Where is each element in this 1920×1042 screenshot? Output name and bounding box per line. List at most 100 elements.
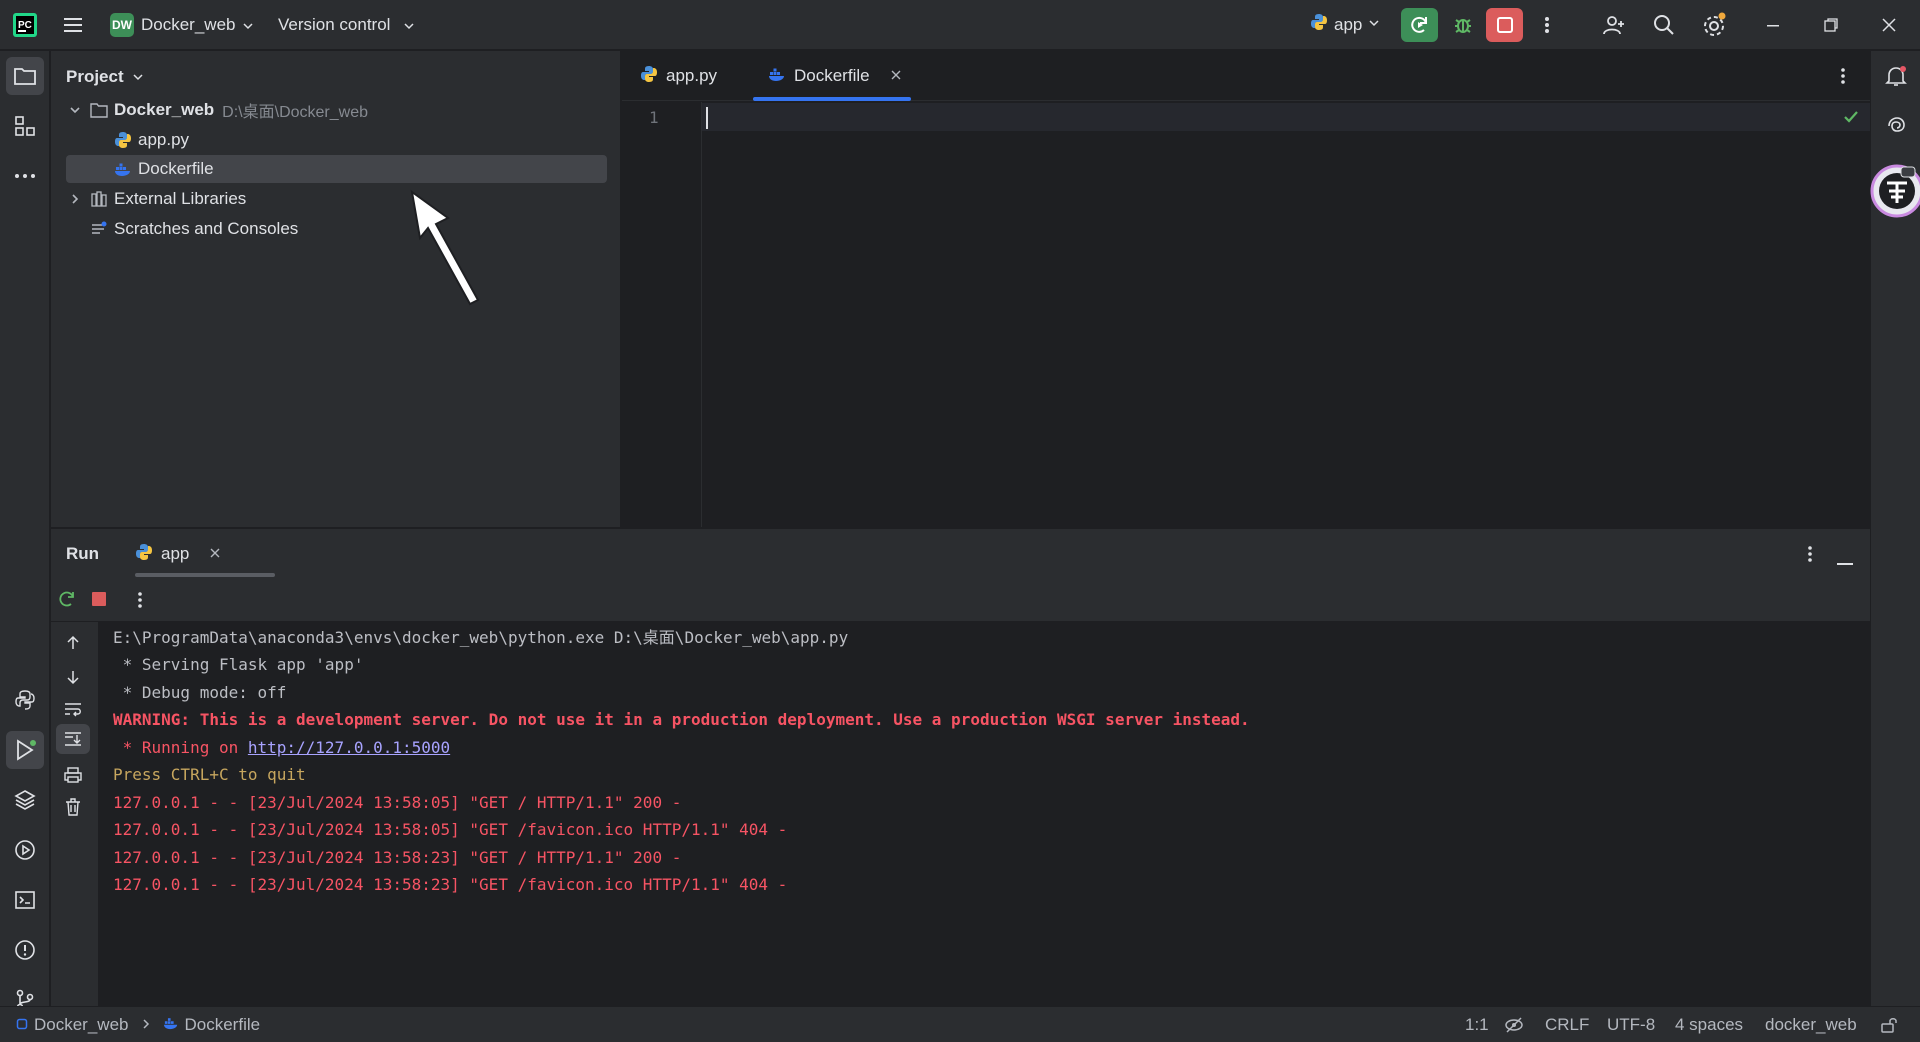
scroll-to-end-icon[interactable] xyxy=(56,724,90,754)
rerun-button[interactable] xyxy=(1401,8,1438,42)
breadcrumb-file[interactable]: Dockerfile xyxy=(185,1015,261,1035)
version-control-menu[interactable]: Version control xyxy=(278,15,390,35)
inspections-off-icon[interactable] xyxy=(1504,1016,1524,1039)
tree-label: Scratches and Consoles xyxy=(114,219,299,238)
run-config-label: app xyxy=(1334,14,1363,34)
trash-icon[interactable] xyxy=(56,790,90,824)
tree-item-dockerfile[interactable]: Dockerfile xyxy=(66,155,607,183)
scroll-down-icon[interactable] xyxy=(56,660,90,694)
add-user-icon[interactable] xyxy=(1600,11,1628,39)
hide-panel-icon[interactable] xyxy=(1837,553,1853,571)
plugin-avatar-icon[interactable] xyxy=(1869,163,1920,219)
python-file-icon xyxy=(640,65,658,88)
chevron-down-icon[interactable] xyxy=(242,19,254,31)
tree-item-external-libraries[interactable]: External Libraries xyxy=(66,185,607,213)
caret-position[interactable]: 1:1 xyxy=(1465,1015,1489,1035)
services-icon xyxy=(15,840,35,860)
debug-button[interactable] xyxy=(1448,10,1478,40)
chevron-down-icon[interactable] xyxy=(66,101,84,119)
tree-item-app-py[interactable]: app.py xyxy=(66,126,607,154)
bell-icon xyxy=(1885,66,1907,86)
pointer-arrow-icon xyxy=(408,188,484,311)
rerun-icon[interactable] xyxy=(57,589,77,614)
file-name: Dockerfile xyxy=(138,159,214,178)
bug-icon xyxy=(1455,19,1471,33)
tab-dockerfile[interactable]: Dockerfile xyxy=(753,51,911,101)
console-line-running: * Running on http://127.0.0.1:5000 xyxy=(113,737,451,759)
scroll-up-icon[interactable] xyxy=(56,626,90,660)
layers-icon xyxy=(14,790,36,810)
project-view-selector[interactable]: Project xyxy=(66,67,144,87)
python-packages-button[interactable] xyxy=(6,781,44,819)
svg-text:PC: PC xyxy=(18,20,32,31)
tab-app-py[interactable]: app.py xyxy=(640,51,717,101)
chevron-down-icon[interactable] xyxy=(403,19,415,31)
main-menu-icon[interactable] xyxy=(62,14,84,36)
terminal-tool-button[interactable] xyxy=(6,881,44,919)
structure-tool-button[interactable] xyxy=(6,107,44,145)
terminal-icon xyxy=(15,891,35,909)
notifications-button[interactable] xyxy=(1877,57,1915,95)
restore-window-button[interactable] xyxy=(1816,10,1846,40)
run-console-output[interactable]: E:\ProgramData\anaconda3\envs\docker_web… xyxy=(100,622,1870,1006)
folder-icon xyxy=(90,101,108,119)
code-editor[interactable]: 1 xyxy=(622,102,1870,527)
editor-tabs-more-icon[interactable] xyxy=(1840,66,1846,91)
more-actions-button[interactable] xyxy=(1537,10,1557,40)
rerun-icon xyxy=(1410,16,1427,33)
project-selector[interactable]: Docker_web xyxy=(141,15,236,35)
stop-icon[interactable] xyxy=(91,591,107,612)
indent-setting[interactable]: 4 spaces xyxy=(1675,1015,1743,1035)
console-line-serving: * Serving Flask app 'app' xyxy=(113,655,364,674)
soft-wrap-icon[interactable] xyxy=(56,692,90,726)
server-url-link[interactable]: http://127.0.0.1:5000 xyxy=(248,738,450,757)
project-badge[interactable]: DW xyxy=(110,13,134,37)
console-log-line: 127.0.0.1 - - [23/Jul/2024 13:58:23] "GE… xyxy=(113,875,788,894)
docker-file-icon xyxy=(768,66,786,87)
python-console-button[interactable] xyxy=(6,681,44,719)
run-toolbar-more-icon[interactable] xyxy=(137,590,143,615)
root-folder-path: D:\桌面\Docker_web xyxy=(222,104,368,121)
run-tab-label: app xyxy=(161,544,190,563)
text-caret xyxy=(706,107,708,129)
pycharm-logo-icon[interactable]: PC xyxy=(12,12,38,38)
file-name: app.py xyxy=(138,130,190,149)
more-tools-button[interactable] xyxy=(6,157,44,195)
chevron-right-icon[interactable] xyxy=(66,190,84,208)
ellipsis-icon xyxy=(15,174,35,178)
no-problems-check-icon[interactable] xyxy=(1842,108,1860,131)
print-icon[interactable] xyxy=(56,758,90,792)
close-tab-icon[interactable] xyxy=(209,544,221,564)
services-tool-button[interactable] xyxy=(6,831,44,869)
run-tool-button[interactable] xyxy=(6,731,44,769)
run-panel-options-icon[interactable] xyxy=(1807,544,1813,569)
file-encoding[interactable]: UTF-8 xyxy=(1607,1015,1655,1035)
module-icon xyxy=(16,1015,28,1035)
editor-tab-bar: app.py Dockerfile xyxy=(622,51,1870,101)
tree-item-root[interactable]: Docker_web D:\桌面\Docker_web xyxy=(66,96,607,124)
stop-icon xyxy=(1496,17,1513,33)
console-line-quit: Press CTRL+C to quit xyxy=(113,765,306,784)
breadcrumb: Docker_web Dockerfile xyxy=(16,1015,260,1035)
problems-tool-button[interactable] xyxy=(6,931,44,969)
search-icon[interactable] xyxy=(1650,11,1678,39)
stop-button[interactable] xyxy=(1486,8,1523,42)
line-separator[interactable]: CRLF xyxy=(1545,1015,1589,1035)
run-tab-app[interactable]: app xyxy=(135,529,275,579)
close-tab-icon[interactable] xyxy=(890,66,902,86)
python-interpreter[interactable]: docker_web xyxy=(1765,1015,1857,1035)
current-line-highlight xyxy=(702,103,1870,131)
problems-icon xyxy=(15,940,35,960)
project-tool-button[interactable] xyxy=(6,57,44,95)
settings-gear-icon[interactable] xyxy=(1700,11,1728,39)
ai-assistant-button[interactable] xyxy=(1877,107,1915,145)
tree-item-scratches[interactable]: Scratches and Consoles xyxy=(66,215,607,243)
breadcrumb-project[interactable]: Docker_web xyxy=(34,1015,129,1035)
status-bar: Docker_web Dockerfile 1:1 CRLF UTF-8 4 s… xyxy=(0,1006,1920,1042)
chevron-down-icon xyxy=(1368,16,1380,34)
ai-assistant-icon xyxy=(1888,117,1905,132)
minimize-window-button[interactable] xyxy=(1758,10,1788,40)
run-config-selector[interactable]: app xyxy=(1310,13,1380,36)
close-window-button[interactable] xyxy=(1874,10,1904,40)
unlock-icon[interactable] xyxy=(1880,1016,1898,1039)
